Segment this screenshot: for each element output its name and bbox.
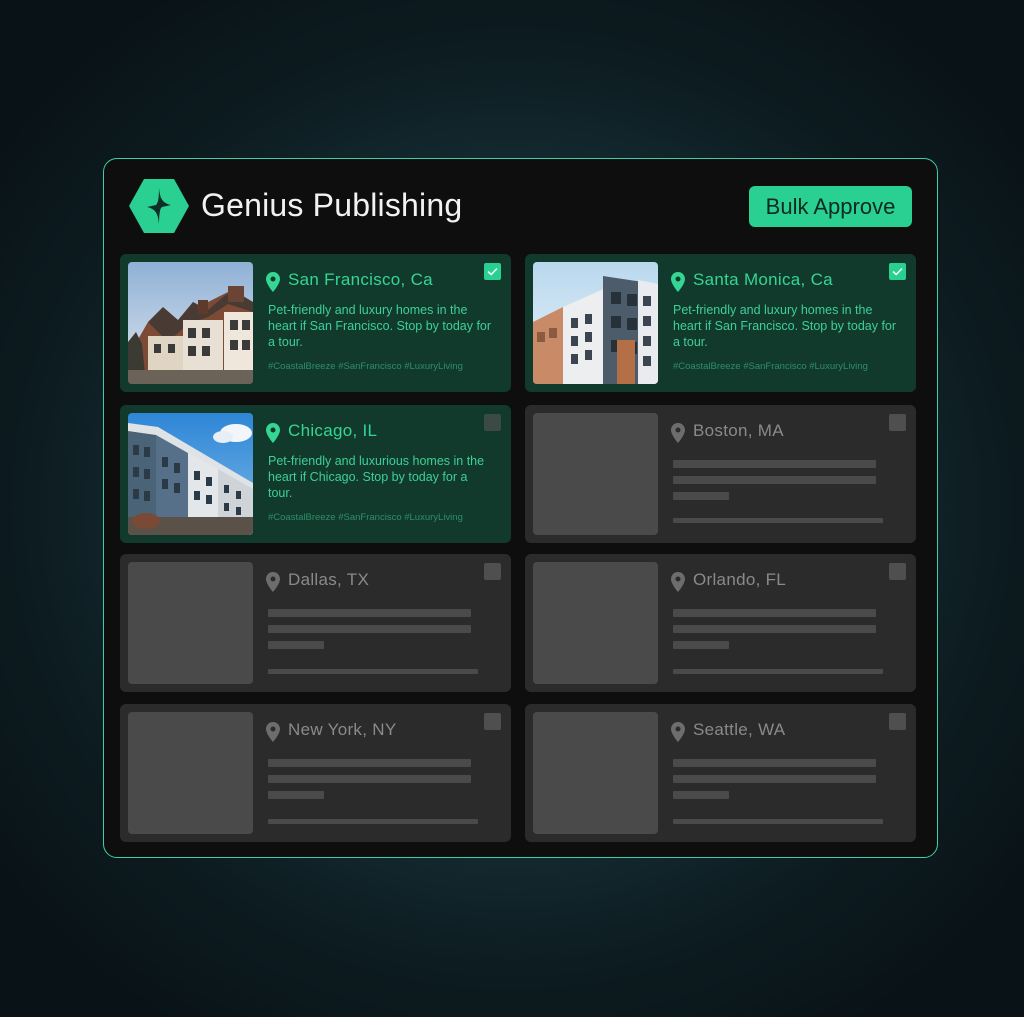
location-pin-icon xyxy=(671,272,685,292)
location-pin-icon xyxy=(671,572,685,592)
listing-photo-placeholder xyxy=(128,712,253,834)
text-placeholder-line xyxy=(268,759,471,767)
listing-checkbox[interactable] xyxy=(484,414,501,431)
bulk-approve-button[interactable]: Bulk Approve xyxy=(749,186,912,227)
text-placeholder-line xyxy=(673,759,876,767)
listing-description: Pet-friendly and luxury homes in the hea… xyxy=(673,303,897,349)
listing-photo-placeholder xyxy=(533,562,658,684)
listing-city: Santa Monica, Ca xyxy=(693,270,833,289)
listing-card-orlando[interactable]: Orlando, FL xyxy=(525,554,916,692)
listing-city: New York, NY xyxy=(288,720,397,739)
listing-checkbox[interactable] xyxy=(484,263,501,280)
text-placeholder-line xyxy=(673,476,876,484)
text-placeholder-line xyxy=(268,641,324,649)
listing-photo-placeholder xyxy=(533,712,658,834)
listing-photo xyxy=(533,262,658,384)
listing-city: Dallas, TX xyxy=(288,570,370,589)
publishing-panel: Genius Publishing Bulk Approve San Franc… xyxy=(103,158,938,858)
listing-card-new-york[interactable]: New York, NY xyxy=(120,704,511,842)
text-placeholder-line xyxy=(673,775,876,783)
location-pin-icon xyxy=(266,572,280,592)
listing-checkbox[interactable] xyxy=(484,563,501,580)
listing-checkbox[interactable] xyxy=(889,263,906,280)
genius-logo-icon xyxy=(129,179,189,233)
listing-card-santa-monica[interactable]: Santa Monica, Ca Pet-friendly and luxury… xyxy=(525,254,916,392)
tags-placeholder-line xyxy=(268,669,478,674)
listing-city: Orlando, FL xyxy=(693,570,787,589)
text-placeholder-line xyxy=(673,609,876,617)
location-pin-icon xyxy=(266,722,280,742)
text-placeholder-line xyxy=(268,625,471,633)
listing-city: Chicago, IL xyxy=(288,421,378,440)
text-placeholder-line xyxy=(673,791,729,799)
listing-photo-placeholder xyxy=(533,413,658,535)
listing-checkbox[interactable] xyxy=(484,713,501,730)
location-pin-icon xyxy=(266,272,280,292)
text-placeholder-line xyxy=(268,775,471,783)
text-placeholder-line xyxy=(673,625,876,633)
listing-photo xyxy=(128,262,253,384)
listing-hashtags: #CoastalBreeze #SanFrancisco #LuxuryLivi… xyxy=(268,512,463,523)
tags-placeholder-line xyxy=(268,819,478,824)
listing-card-chicago[interactable]: Chicago, IL Pet-friendly and luxurious h… xyxy=(120,405,511,543)
text-placeholder-line xyxy=(268,609,471,617)
text-placeholder-line xyxy=(268,791,324,799)
listing-checkbox[interactable] xyxy=(889,563,906,580)
listing-photo xyxy=(128,413,253,535)
listing-city: Seattle, WA xyxy=(693,720,786,739)
location-pin-icon xyxy=(266,423,280,443)
checkmark-icon xyxy=(487,267,498,276)
tags-placeholder-line xyxy=(673,518,883,523)
listing-card-san-francisco[interactable]: San Francisco, Ca Pet-friendly and luxur… xyxy=(120,254,511,392)
listing-checkbox[interactable] xyxy=(889,713,906,730)
app-title: Genius Publishing xyxy=(201,187,463,223)
location-pin-icon xyxy=(671,722,685,742)
checkmark-icon xyxy=(892,267,903,276)
text-placeholder-line xyxy=(673,492,729,500)
tags-placeholder-line xyxy=(673,819,883,824)
listing-checkbox[interactable] xyxy=(889,414,906,431)
listing-card-seattle[interactable]: Seattle, WA xyxy=(525,704,916,842)
text-placeholder-line xyxy=(673,460,876,468)
listing-description: Pet-friendly and luxury homes in the hea… xyxy=(268,303,492,349)
listing-city: San Francisco, Ca xyxy=(288,270,433,289)
text-placeholder-line xyxy=(673,641,729,649)
listing-card-dallas[interactable]: Dallas, TX xyxy=(120,554,511,692)
location-pin-icon xyxy=(671,423,685,443)
listing-card-boston[interactable]: Boston, MA xyxy=(525,405,916,543)
tags-placeholder-line xyxy=(673,669,883,674)
listing-hashtags: #CoastalBreeze #SanFrancisco #LuxuryLivi… xyxy=(673,361,868,372)
listing-city: Boston, MA xyxy=(693,421,784,440)
listing-photo-placeholder xyxy=(128,562,253,684)
listing-hashtags: #CoastalBreeze #SanFrancisco #LuxuryLivi… xyxy=(268,361,463,372)
listing-description: Pet-friendly and luxurious homes in the … xyxy=(268,454,485,500)
